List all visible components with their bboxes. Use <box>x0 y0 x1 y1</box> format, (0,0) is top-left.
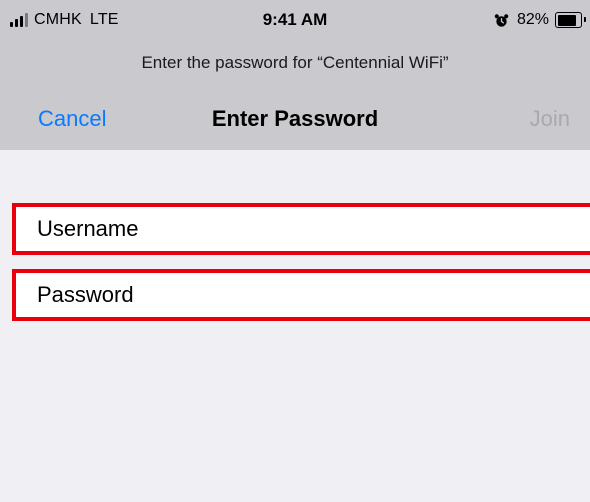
cancel-button[interactable]: Cancel <box>38 106 106 132</box>
status-right: 82% <box>494 10 586 30</box>
header-area: CMHK LTE 9:41 AM 82% Enter the password … <box>0 0 590 150</box>
password-input[interactable] <box>16 273 590 317</box>
username-field-row <box>12 203 590 255</box>
username-input[interactable] <box>16 207 590 251</box>
network-password-prompt: Enter the password for “Centennial WiFi” <box>141 53 449 72</box>
join-button[interactable]: Join <box>530 106 570 132</box>
status-bar: CMHK LTE 9:41 AM 82% <box>0 0 590 40</box>
password-field-row <box>12 269 590 321</box>
battery-fill <box>557 14 576 26</box>
alarm-icon <box>494 13 509 27</box>
battery-percent: 82% <box>516 11 549 28</box>
battery-icon <box>555 12 586 28</box>
battery-cap <box>584 17 586 22</box>
